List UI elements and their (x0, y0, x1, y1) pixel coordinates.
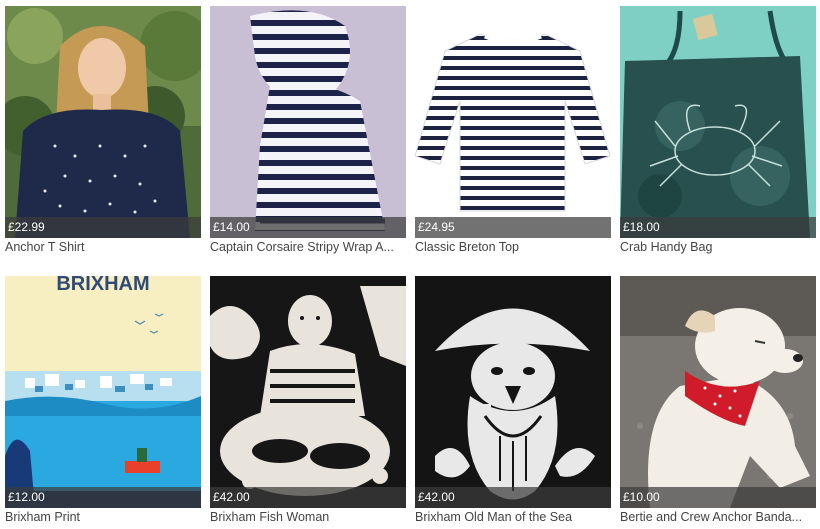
tie-dye-crab-tote-bag-photo (620, 6, 816, 238)
breton-striped-top-photo (415, 6, 611, 238)
poster-title: BRIXHAM (56, 276, 149, 295)
product-image-fish-woman[interactable]: £42.00 (210, 276, 406, 508)
product-title-link[interactable]: Brixham Fish Woman (210, 509, 406, 525)
old-man-of-the-sea-linocut (415, 276, 611, 508)
price-label: £22.99 (5, 217, 201, 238)
product-title-link[interactable]: Crab Handy Bag (620, 239, 816, 255)
product-title-link[interactable]: Bertie and Crew Anchor Banda... (620, 509, 816, 525)
woman-in-anchor-tshirt-photo (5, 6, 201, 238)
product-card-crab-bag[interactable]: £18.00 Crab Handy Bag (620, 6, 816, 255)
product-title-link[interactable]: Classic Breton Top (415, 239, 611, 255)
product-title-link[interactable]: Brixham Old Man of the Sea (415, 509, 611, 525)
product-image-anchor-bandana[interactable]: £10.00 (620, 276, 816, 508)
fish-woman-linocut (210, 276, 406, 508)
price-label: £42.00 (415, 487, 611, 508)
product-card-brixham-print[interactable]: BRIXHAM £12.00 Brixham Print (5, 276, 201, 525)
price-label: £12.00 (5, 487, 201, 508)
dog-with-red-bandana-photo (620, 276, 816, 508)
product-image-striped-scarf[interactable]: £14.00 (210, 6, 406, 238)
brixham-harbour-poster: BRIXHAM (5, 276, 201, 508)
product-card-anchor-t-shirt[interactable]: £22.99 Anchor T Shirt (5, 6, 201, 255)
product-card-anchor-bandana[interactable]: £10.00 Bertie and Crew Anchor Banda... (620, 276, 816, 525)
product-image-brixham-print[interactable]: BRIXHAM £12.00 (5, 276, 201, 508)
price-label: £24.95 (415, 217, 611, 238)
product-image-anchor-t-shirt[interactable]: £22.99 (5, 6, 201, 238)
product-title-link[interactable]: Captain Corsaire Stripy Wrap A... (210, 239, 406, 255)
price-label: £42.00 (210, 487, 406, 508)
product-image-old-man-of-the-sea[interactable]: £42.00 (415, 276, 611, 508)
product-title-link[interactable]: Brixham Print (5, 509, 201, 525)
product-image-breton-top[interactable]: £24.95 (415, 6, 611, 238)
product-card-fish-woman[interactable]: £42.00 Brixham Fish Woman (210, 276, 406, 525)
product-card-breton-top[interactable]: £24.95 Classic Breton Top (415, 6, 611, 255)
price-label: £18.00 (620, 217, 816, 238)
striped-scarf-photo (210, 6, 406, 238)
product-title-link[interactable]: Anchor T Shirt (5, 239, 201, 255)
product-card-old-man-of-the-sea[interactable]: £42.00 Brixham Old Man of the Sea (415, 276, 611, 525)
price-label: £14.00 (210, 217, 406, 238)
product-image-crab-bag[interactable]: £18.00 (620, 6, 816, 238)
product-card-striped-scarf[interactable]: £14.00 Captain Corsaire Stripy Wrap A... (210, 6, 406, 255)
price-label: £10.00 (620, 487, 816, 508)
